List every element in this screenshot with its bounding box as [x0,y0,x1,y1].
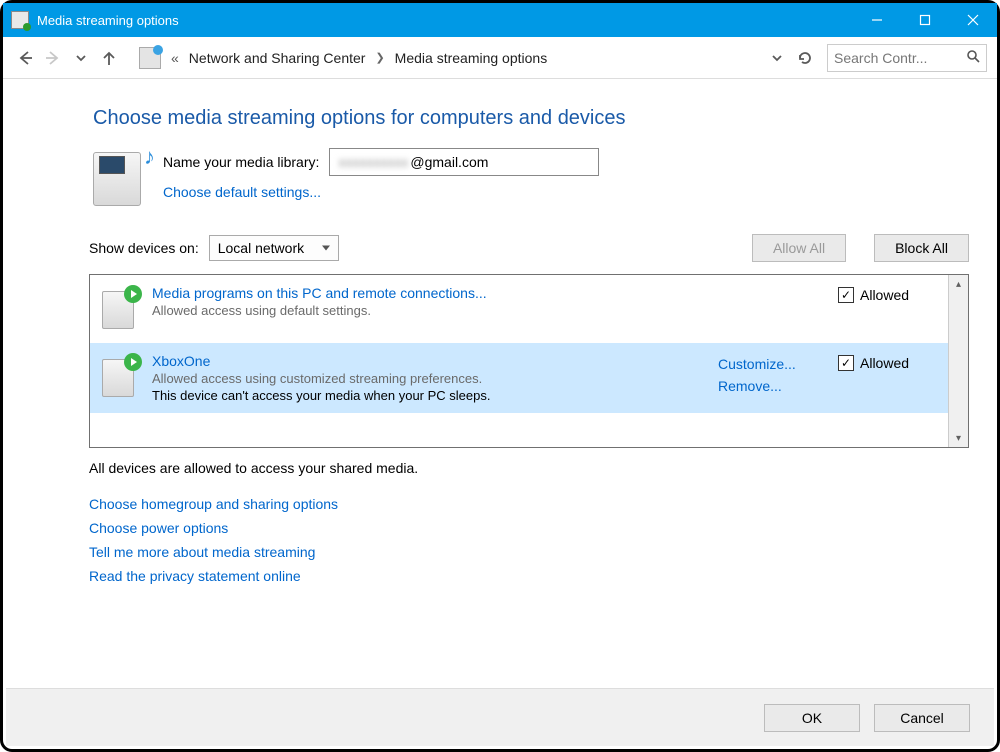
window-title: Media streaming options [37,13,853,28]
device-name[interactable]: XboxOne [152,353,708,369]
library-row: ♪ Name your media library: xxxxxxxxxx @g… [93,148,969,212]
search-input[interactable]: Search Contr... [827,44,987,72]
back-button[interactable] [13,46,37,70]
chevron-right-icon: ❯ [375,51,384,64]
nav-toolbar: « Network and Sharing Center ❯ Media str… [3,37,997,79]
block-all-button[interactable]: Block All [874,234,969,262]
allowed-checkbox[interactable]: ✓ [838,355,854,371]
breadcrumb-item[interactable]: Network and Sharing Center [189,50,366,66]
location-icon [139,47,161,69]
breadcrumb[interactable]: « Network and Sharing Center ❯ Media str… [171,50,761,66]
search-placeholder: Search Contr... [834,50,980,66]
recent-dropdown[interactable] [69,46,93,70]
device-subtitle: Allowed access using customized streamin… [152,371,708,386]
title-bar: Media streaming options [3,3,997,37]
media-library-icon: ♪ [93,148,149,212]
device-icon [100,285,142,333]
customize-link[interactable]: Customize... [718,353,828,375]
show-devices-row: Show devices on: Local network Allow All… [89,234,969,262]
page-title: Choose media streaming options for compu… [93,107,969,130]
status-text: All devices are allowed to access your s… [89,460,969,476]
allowed-label: Allowed [860,355,909,371]
privacy-link[interactable]: Read the privacy statement online [89,568,969,584]
homegroup-link[interactable]: Choose homegroup and sharing options [89,496,969,512]
library-name-label: Name your media library: [163,154,319,170]
default-settings-link[interactable]: Choose default settings... [163,184,599,200]
show-devices-label: Show devices on: [89,240,199,256]
app-icon [11,11,29,29]
close-button[interactable] [949,3,997,37]
forward-button[interactable] [41,46,65,70]
up-button[interactable] [97,46,121,70]
tell-me-more-link[interactable]: Tell me more about media streaming [89,544,969,560]
play-icon [124,353,142,371]
minimize-button[interactable] [853,3,901,37]
device-list: Media programs on this PC and remote con… [90,275,948,447]
ok-button[interactable]: OK [764,704,860,732]
breadcrumb-item[interactable]: Media streaming options [395,50,548,66]
remove-link[interactable]: Remove... [718,375,828,397]
address-dropdown[interactable] [765,46,789,70]
allowed-label: Allowed [860,287,909,303]
scroll-up-icon[interactable]: ▴ [949,275,968,293]
allow-all-button[interactable]: Allow All [752,234,846,262]
cancel-button[interactable]: Cancel [874,704,970,732]
refresh-button[interactable] [793,46,817,70]
device-item[interactable]: XboxOne Allowed access using customized … [90,343,948,413]
content-area: Choose media streaming options for compu… [3,79,997,584]
extra-links: Choose homegroup and sharing options Cho… [89,496,969,584]
search-icon [966,49,980,66]
scroll-down-icon[interactable]: ▾ [949,429,968,447]
breadcrumb-begin[interactable]: « [171,50,179,66]
device-icon [100,353,142,401]
device-subtitle: Allowed access using default settings. [152,303,708,318]
device-warning: This device can't access your media when… [152,388,708,403]
device-item[interactable]: Media programs on this PC and remote con… [90,275,948,343]
device-list-box: Media programs on this PC and remote con… [89,274,969,448]
library-name-input[interactable]: xxxxxxxxxx @gmail.com [329,148,599,176]
maximize-button[interactable] [901,3,949,37]
allowed-checkbox[interactable]: ✓ [838,287,854,303]
device-name[interactable]: Media programs on this PC and remote con… [152,285,708,301]
power-options-link[interactable]: Choose power options [89,520,969,536]
scrollbar[interactable]: ▴ ▾ [948,275,968,447]
window-controls [853,3,997,37]
play-icon [124,285,142,303]
show-devices-dropdown[interactable]: Local network [209,235,339,261]
footer: OK Cancel [6,688,994,746]
